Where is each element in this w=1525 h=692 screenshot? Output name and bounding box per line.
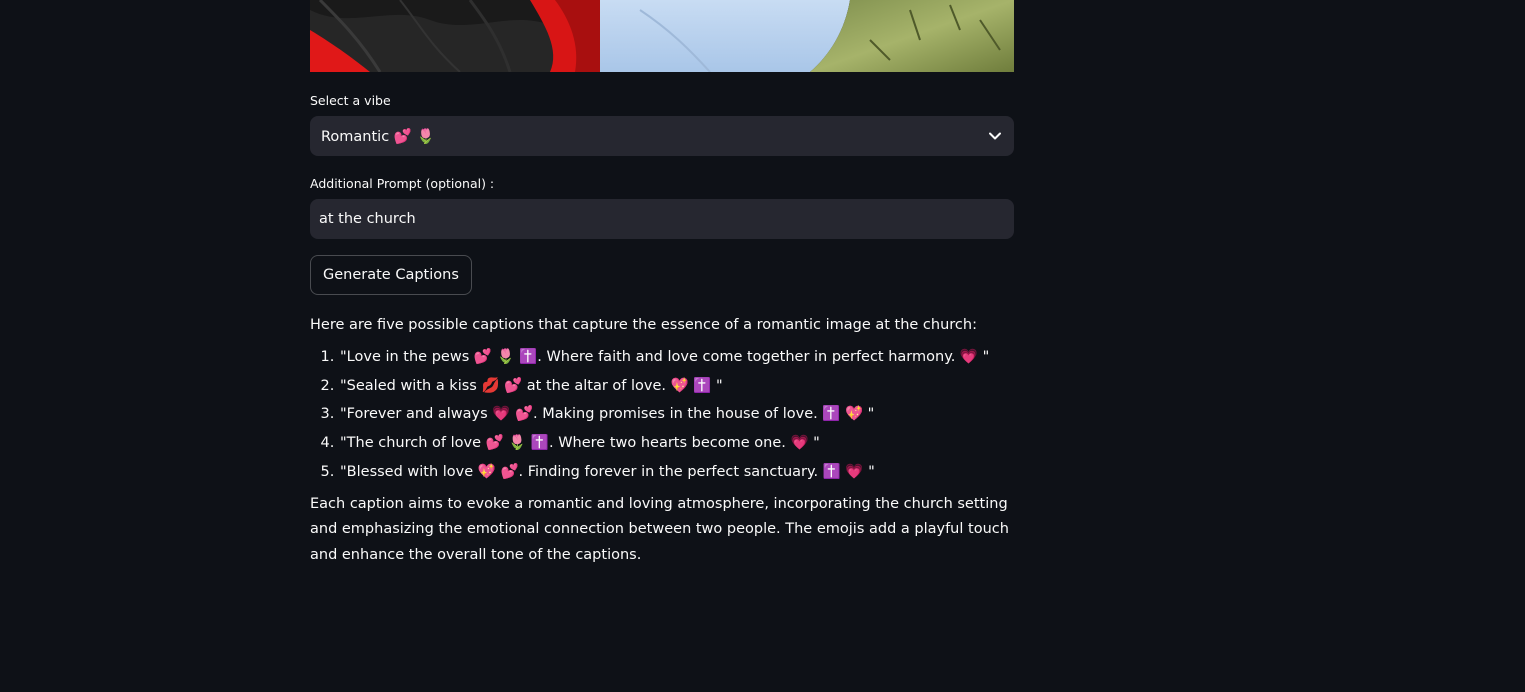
caption-item: "The church of love 💕 🌷 ✝️. Where two he… [339,433,1014,453]
vibe-label: Select a vibe [310,93,391,108]
caption-item: "Blessed with love 💖 💕. Finding forever … [339,462,1014,482]
main-content: Select a vibe Romantic 💕 🌷 Additional Pr… [310,0,1014,568]
captions-list: "Love in the pews 💕 🌷 ✝️. Where faith an… [310,347,1014,482]
additional-prompt-input[interactable] [310,199,1014,239]
caption-item: "Love in the pews 💕 🌷 ✝️. Where faith an… [339,347,1014,367]
result-intro: Here are five possible captions that cap… [310,317,977,333]
chevron-down-icon[interactable] [988,129,1002,143]
uploaded-image [310,0,1014,72]
prompt-label: Additional Prompt (optional) : [310,176,495,191]
caption-item: "Sealed with a kiss 💋 💕 at the altar of … [339,376,1014,396]
vibe-select[interactable]: Romantic 💕 🌷 [310,116,1014,156]
generate-captions-button[interactable]: Generate Captions [310,255,472,295]
result-outro: Each caption aims to evoke a romantic an… [310,495,1009,563]
caption-item: "Forever and always 💗 💕. Making promises… [339,404,1014,424]
vibe-selected-value: Romantic 💕 🌷 [321,128,435,145]
